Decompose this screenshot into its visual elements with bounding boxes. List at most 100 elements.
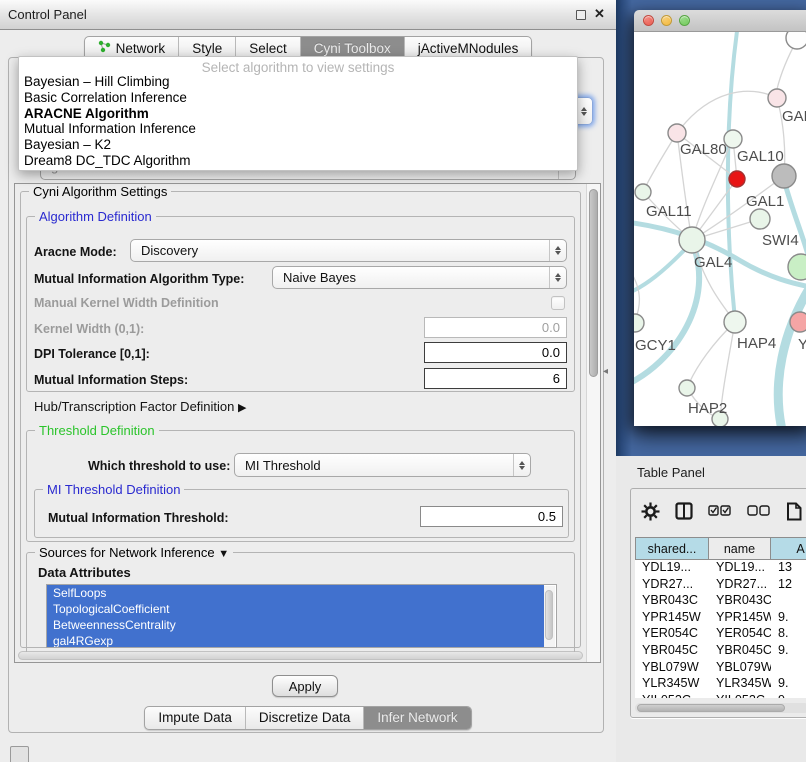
algorithm-option-basic-correlation-inference[interactable]: Basic Correlation Inference (19, 90, 577, 106)
node-label-gal1: GAL1 (746, 193, 784, 210)
which-threshold-combo[interactable]: MI Threshold (234, 453, 531, 477)
network-node[interactable] (668, 124, 686, 142)
column-header-a[interactable]: A (771, 537, 806, 560)
dpi-tolerance-label: DPI Tolerance [0,1]: (34, 347, 150, 361)
desktop-background: GALGAL80GAL10GAL1GAL11SWI4GAL4GCY1HAP4YH… (616, 0, 806, 456)
unchecked-columns-icon[interactable] (747, 505, 771, 517)
table-cell: 8. (771, 626, 806, 643)
network-node[interactable] (750, 209, 770, 229)
table-horizontal-scrollbar[interactable] (635, 703, 806, 713)
column-header-shared[interactable]: shared... (635, 537, 709, 560)
subtab-infer-network[interactable]: Infer Network (364, 707, 470, 729)
table-row[interactable]: YBR043CYBR043C (635, 593, 806, 610)
tab-label: Network (116, 41, 166, 56)
network-icon (98, 40, 111, 56)
mi-type-label: Mutual Information Algorithm Type: (34, 272, 244, 286)
network-window-titlebar[interactable] (634, 10, 806, 32)
scrollbar-thumb[interactable] (18, 651, 583, 660)
table-row[interactable]: YDL19...YDL19...13 (635, 560, 806, 577)
apply-button[interactable]: Apply (272, 675, 338, 697)
scrollbar-thumb[interactable] (637, 704, 785, 712)
table-cell (771, 593, 806, 610)
data-attributes-list[interactable]: SelfLoopsTopologicalCoefficientBetweenne… (46, 584, 557, 648)
attribute-item-selfloops[interactable]: SelfLoops (47, 585, 544, 601)
network-canvas[interactable]: GALGAL80GAL10GAL1GAL11SWI4GAL4GCY1HAP4YH… (634, 32, 806, 426)
table-cell: YBL079W (635, 660, 709, 677)
attribute-item-gal4rgexp[interactable]: gal4RGexp (47, 633, 544, 648)
table-row[interactable]: YER054CYER054C8. (635, 626, 806, 643)
algorithm-option-bayesian-hill-climbing[interactable]: Bayesian – Hill Climbing (19, 74, 577, 90)
scrollbar-thumb[interactable] (545, 590, 553, 640)
table-row[interactable]: YDR27...YDR27...12 (635, 577, 806, 594)
split-view-icon[interactable] (675, 502, 693, 520)
subtab-discretize-data[interactable]: Discretize Data (246, 707, 365, 729)
network-node[interactable] (786, 32, 806, 49)
dpi-tolerance-field[interactable]: 0.0 (424, 342, 567, 363)
network-node[interactable] (790, 312, 806, 332)
table-cell: 12 (771, 577, 806, 594)
network-node[interactable] (634, 314, 644, 332)
mi-type-combo[interactable]: Naive Bayes (272, 266, 567, 289)
combo-stepper-icon[interactable] (513, 454, 530, 476)
node-label-gal11: GAL11 (646, 203, 692, 220)
kernel-width-field[interactable]: 0.0 (424, 317, 567, 338)
network-node[interactable] (635, 184, 651, 200)
table-cell: 9. (771, 610, 806, 627)
mi-steps-field[interactable]: 6 (424, 368, 567, 389)
sash-collapse-icon[interactable]: ◂ (603, 366, 608, 377)
table-row[interactable]: YIL052CYIL052C9 (635, 693, 806, 698)
gear-icon[interactable] (641, 502, 660, 521)
table-panel-title: Table Panel (637, 465, 705, 480)
minimize-traffic-light[interactable] (661, 15, 672, 26)
node-label-hap4: HAP4 (737, 335, 776, 352)
network-node[interactable] (729, 171, 745, 187)
close-icon[interactable]: ✕ (594, 6, 605, 22)
manual-kernel-checkbox[interactable] (551, 296, 565, 310)
vertical-scrollbar[interactable] (586, 184, 600, 662)
subtab-impute-data[interactable]: Impute Data (145, 707, 246, 729)
collapsed-panel-icon[interactable] (10, 746, 29, 762)
scrollbar-thumb[interactable] (589, 189, 598, 377)
network-node[interactable] (788, 254, 806, 280)
network-node[interactable] (679, 380, 695, 396)
which-threshold-label: Which threshold to use: (88, 459, 230, 473)
combo-stepper-icon[interactable] (549, 240, 566, 261)
network-view-window[interactable]: GALGAL80GAL10GAL1GAL11SWI4GAL4GCY1HAP4YH… (634, 10, 806, 426)
attribute-item-betweennesscentrality[interactable]: BetweennessCentrality (47, 617, 544, 633)
zoom-traffic-light[interactable] (679, 15, 690, 26)
list-scrollbar[interactable] (544, 586, 555, 648)
group-title: Algorithm Definition (35, 209, 156, 224)
algorithm-option-dream8-dc-tdc-algorithm[interactable]: Dream8 DC_TDC Algorithm (19, 153, 577, 169)
network-node[interactable] (679, 227, 705, 253)
network-node[interactable] (768, 89, 786, 107)
table-cell: YBR043C (635, 593, 709, 610)
table-cell: YER054C (709, 626, 771, 643)
algorithm-option-bayesian-k2[interactable]: Bayesian – K2 (19, 137, 577, 153)
column-header-name[interactable]: name (709, 537, 771, 560)
network-node[interactable] (724, 311, 746, 333)
attribute-item-topologicalcoefficient[interactable]: TopologicalCoefficient (47, 601, 544, 617)
table-row[interactable]: YBL079WYBL079W (635, 660, 806, 677)
node-label-y: Y (798, 336, 806, 353)
table-panel: Table Panel shared...nameA YDL19...YDL19… (616, 456, 806, 762)
close-traffic-light[interactable] (643, 15, 654, 26)
table-row[interactable]: YLR345WYLR345W9. (635, 676, 806, 693)
data-attributes-label: Data Attributes (38, 565, 131, 580)
sources-toggle[interactable]: Sources for Network Inference ▼ (35, 545, 233, 560)
algorithm-option-aracne-algorithm[interactable]: ARACNE Algorithm (19, 106, 577, 122)
table-row[interactable]: YBR045CYBR045C9. (635, 643, 806, 660)
mi-threshold-field[interactable]: 0.5 (420, 506, 563, 527)
float-panel-icon[interactable] (576, 10, 586, 20)
network-node[interactable] (772, 164, 796, 188)
combo-stepper-icon[interactable] (549, 267, 566, 288)
control-panel-titlebar: Control Panel ✕ (0, 0, 616, 30)
algorithm-option-mutual-information-inference[interactable]: Mutual Information Inference (19, 121, 577, 137)
right-region: GALGAL80GAL10GAL1GAL11SWI4GAL4GCY1HAP4YH… (616, 0, 806, 762)
hub-definition-toggle[interactable]: Hub/Transcription Factor Definition ▶ (34, 399, 246, 414)
file-icon[interactable] (786, 502, 802, 521)
checked-columns-icon[interactable] (708, 505, 732, 517)
horizontal-scrollbar[interactable] (18, 651, 583, 660)
aracne-mode-combo[interactable]: Discovery (130, 239, 567, 262)
table-cell: YDL19... (635, 560, 709, 577)
table-row[interactable]: YPR145WYPR145W9. (635, 610, 806, 627)
